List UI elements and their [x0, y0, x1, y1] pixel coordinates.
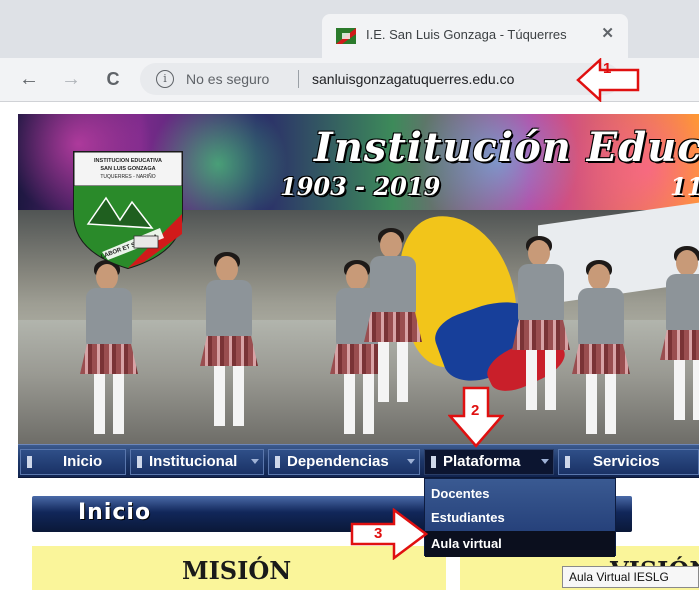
nav-label: Institucional: [149, 453, 238, 470]
banner-title: Institución Educ: [314, 124, 699, 171]
nav-item-dependencias[interactable]: Dependencias: [268, 449, 420, 475]
section-title: Inicio: [78, 500, 152, 525]
back-arrow-icon[interactable]: ←: [16, 66, 42, 92]
browser-tab[interactable]: I.E. San Luis Gonzaga - Túquerres ✕: [322, 14, 628, 58]
main-nav: Inicio Institucional Dependencias Plataf…: [18, 444, 699, 478]
dropdown-item-docentes[interactable]: Docentes: [425, 481, 615, 507]
dropdown-item-estudiantes[interactable]: Estudiantes: [425, 505, 615, 531]
annotation-arrow-3: [350, 508, 428, 560]
nav-bullet-icon: [431, 456, 436, 468]
shield-text-line1: INSTITUCION EDUCATIVA: [94, 158, 162, 164]
annotation-number-1: 1: [603, 60, 612, 77]
annotation-number-2: 2: [471, 402, 480, 419]
nav-bullet-icon: [275, 456, 280, 468]
nav-item-inicio[interactable]: Inicio: [20, 449, 126, 475]
address-bar[interactable]: i No es seguro sanluisgonzagatuquerres.e…: [140, 63, 620, 95]
banner-side-text: 11: [670, 172, 699, 201]
annotation-number-3: 3: [374, 525, 383, 542]
site-favicon-icon: [336, 28, 356, 44]
nav-label: Dependencias: [287, 453, 389, 470]
mision-heading: MISIÓN: [182, 556, 292, 585]
chevron-down-icon: [407, 459, 415, 464]
nav-bullet-icon: [27, 456, 32, 468]
chevron-down-icon: [251, 459, 259, 464]
nav-item-institucional[interactable]: Institucional: [130, 449, 264, 475]
tab-title: I.E. San Luis Gonzaga - Túquerres: [366, 27, 567, 42]
omnibox-divider: [298, 70, 299, 88]
site-info-icon[interactable]: i: [156, 70, 174, 88]
shield-text-line3: TUQUERRES - NARIÑO: [100, 173, 155, 180]
shield-text-line2: SAN LUIS GONZAGA: [100, 166, 155, 172]
forward-arrow-icon[interactable]: →: [58, 66, 84, 92]
header-banner: INSTITUCION EDUCATIVA SAN LUIS GONZAGA T…: [18, 114, 699, 444]
browser-tab-strip: I.E. San Luis Gonzaga - Túquerres ✕: [0, 0, 699, 58]
plataforma-dropdown: Docentes Estudiantes Aula virtual: [424, 478, 616, 557]
nav-label: Plataforma: [443, 453, 521, 470]
url-text[interactable]: sanluisgonzagatuquerres.edu.co: [312, 71, 514, 87]
chevron-down-icon: [541, 459, 549, 464]
nav-bullet-icon: [137, 456, 142, 468]
nav-item-servicios[interactable]: Servicios: [558, 449, 699, 475]
link-tooltip: Aula Virtual IESLG: [562, 566, 699, 588]
nav-label: Servicios: [593, 453, 660, 470]
school-shield-logo: INSTITUCION EDUCATIVA SAN LUIS GONZAGA T…: [73, 151, 183, 270]
banner-years: 1903 - 2019: [280, 172, 441, 201]
tab-close-icon[interactable]: ✕: [601, 24, 614, 42]
security-status: No es seguro: [186, 71, 270, 87]
nav-bullet-icon: [565, 456, 570, 468]
nav-item-plataforma[interactable]: Plataforma: [424, 449, 554, 475]
nav-label: Inicio: [63, 453, 103, 470]
reload-icon[interactable]: C: [100, 66, 126, 92]
dropdown-item-aula-virtual[interactable]: Aula virtual: [425, 531, 615, 557]
